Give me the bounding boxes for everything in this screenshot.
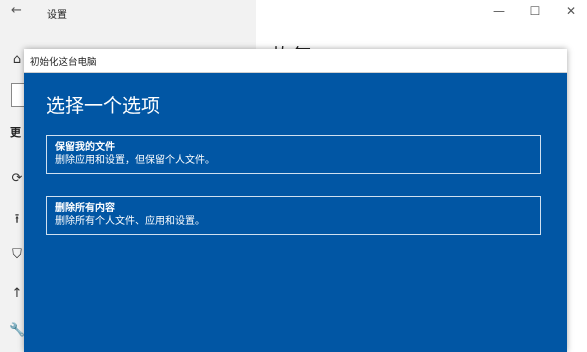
option-description: 删除所有个人文件、应用和设置。: [55, 216, 205, 227]
dialog-heading: 选择一个选项: [46, 95, 161, 117]
arrow-up-icon[interactable]: ↑: [9, 286, 25, 301]
back-icon[interactable]: ←: [11, 3, 22, 18]
remove-everything-option[interactable]: 删除所有内容 删除所有个人文件、应用和设置。: [46, 196, 541, 235]
dialog-titlebar: 初始化这台电脑: [24, 49, 567, 73]
option-title: 删除所有内容: [55, 203, 115, 214]
option-description: 删除应用和设置，但保留个人文件。: [55, 155, 215, 166]
upload-icon[interactable]: ⭱: [9, 210, 25, 232]
sync-icon[interactable]: ⟳: [9, 171, 25, 186]
settings-title: 设置: [47, 10, 67, 21]
dialog-title: 初始化这台电脑: [30, 56, 97, 68]
home-icon[interactable]: ⌂: [9, 52, 25, 67]
search-input[interactable]: [11, 83, 24, 107]
keep-my-files-option[interactable]: 保留我的文件 删除应用和设置，但保留个人文件。: [46, 135, 541, 174]
option-title: 保留我的文件: [55, 142, 115, 153]
minimize-button[interactable]: —: [493, 4, 505, 18]
maximize-button[interactable]: ☐: [529, 4, 541, 18]
window-controls: — ☐ ✕: [493, 4, 577, 18]
sidebar-heading: 更: [10, 126, 21, 139]
reset-pc-dialog: 初始化这台电脑 选择一个选项 保留我的文件 删除应用和设置，但保留个人文件。 删…: [24, 49, 567, 352]
shield-icon[interactable]: ⛉: [9, 247, 25, 262]
close-button[interactable]: ✕: [565, 4, 577, 18]
wrench-icon[interactable]: 🔧: [9, 323, 25, 338]
